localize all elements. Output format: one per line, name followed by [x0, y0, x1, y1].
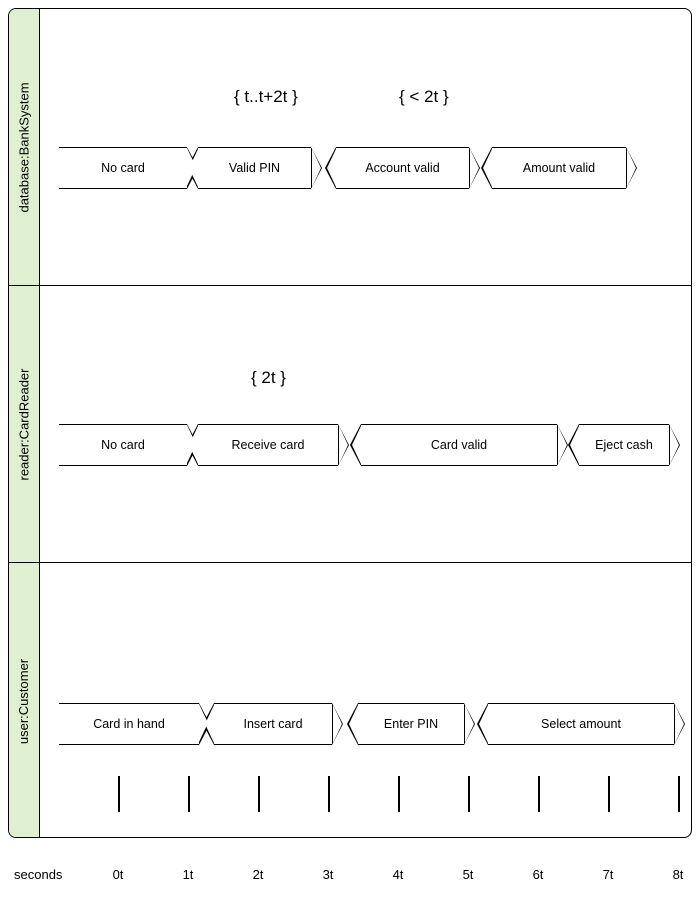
tick-0: [118, 776, 120, 812]
constraint-bank-1: { t..t+2t }: [234, 87, 298, 107]
state-bank-valid-pin: Valid PIN: [187, 147, 322, 189]
axis-tick-3: 3t: [316, 867, 340, 882]
axis-tick-5: 5t: [456, 867, 480, 882]
constraint-reader-1: { 2t }: [251, 368, 286, 388]
state-bank-account-valid: Account valid: [325, 147, 480, 189]
axis-tick-2: 2t: [246, 867, 270, 882]
lane-title-user: user:Customer: [17, 658, 32, 743]
axis-tick-0: 0t: [106, 867, 130, 882]
lane-user: user:Customer Card in hand Insert card E…: [9, 563, 691, 838]
lane-bank: database:BankSystem { t..t+2t } { < 2t }…: [9, 9, 691, 286]
state-bank-no-card: No card: [59, 147, 187, 189]
axis-tick-8: 8t: [666, 867, 690, 882]
state-user-card-in-hand: Card in hand: [59, 703, 199, 745]
state-reader-receive-card: Receive card: [187, 424, 349, 466]
constraint-bank-2: { < 2t }: [399, 87, 449, 107]
state-user-select-amount: Select amount: [477, 703, 685, 745]
tick-3: [328, 776, 330, 812]
tick-8: [678, 776, 680, 812]
axis-tick-4: 4t: [386, 867, 410, 882]
tick-1: [188, 776, 190, 812]
tick-2: [258, 776, 260, 812]
axis-label-seconds: seconds: [14, 867, 62, 882]
lane-title-bank: database:BankSystem: [17, 82, 32, 212]
lane-header-user: user:Customer: [9, 563, 40, 838]
tick-5: [468, 776, 470, 812]
state-user-insert-card: Insert card: [203, 703, 343, 745]
state-reader-card-valid: Card valid: [350, 424, 568, 466]
axis-tick-1: 1t: [176, 867, 200, 882]
tick-7: [608, 776, 610, 812]
state-reader-no-card: No card: [59, 424, 187, 466]
timing-diagram-frame: database:BankSystem { t..t+2t } { < 2t }…: [8, 8, 692, 838]
axis-tick-7: 7t: [596, 867, 620, 882]
lane-header-bank: database:BankSystem: [9, 9, 40, 285]
tick-4: [398, 776, 400, 812]
lane-header-reader: reader:CardReader: [9, 286, 40, 562]
axis-tick-6: 6t: [526, 867, 550, 882]
lane-title-reader: reader:CardReader: [17, 368, 32, 480]
state-reader-eject-cash: Eject cash: [568, 424, 680, 466]
state-user-enter-pin: Enter PIN: [347, 703, 475, 745]
state-bank-amount-valid: Amount valid: [481, 147, 637, 189]
lane-reader: reader:CardReader { 2t } No card Receive…: [9, 286, 691, 563]
tick-6: [538, 776, 540, 812]
